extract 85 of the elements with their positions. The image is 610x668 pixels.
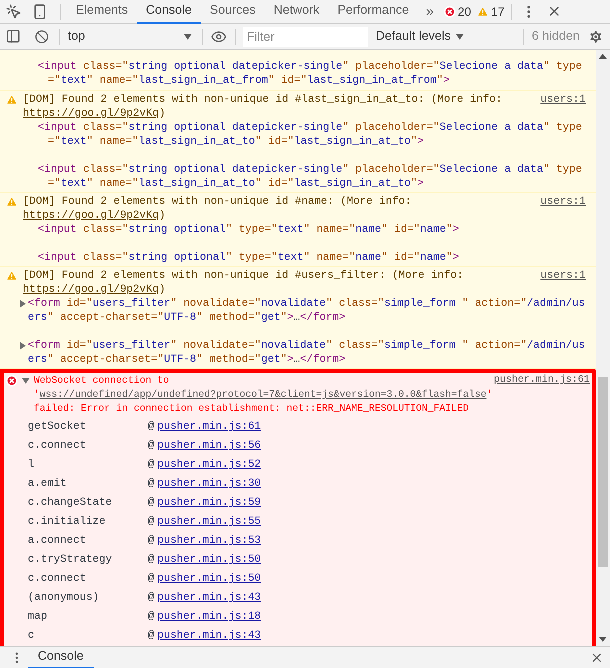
disclosure-triangle-icon[interactable] bbox=[20, 342, 26, 350]
stack-location-link[interactable]: pusher.min.js:43 bbox=[157, 628, 262, 645]
stack-location-link[interactable]: pusher.min.js:52 bbox=[157, 457, 262, 474]
clear-console-icon[interactable] bbox=[35, 30, 49, 44]
stack-location-link[interactable]: pusher.min.js:18 bbox=[157, 609, 262, 626]
dom-element-snippet[interactable]: <input class="string optional" type="text" name="name" id="name"> bbox=[38, 251, 586, 265]
at-sign: @ bbox=[148, 572, 154, 588]
drawer-tab[interactable]: Console bbox=[28, 646, 94, 668]
inspect-element-icon[interactable] bbox=[6, 4, 22, 20]
panel-tab[interactable]: Performance bbox=[328, 0, 418, 24]
dom-element-snippet[interactable]: <form id="users_filter" novalidate="novalidate" class="simple_form " action="/admin/users" accept-charset="UTF-8" method="get">…</form> bbox=[14, 297, 586, 325]
panel-tab[interactable]: Sources bbox=[200, 0, 265, 24]
warning-message: [DOM] Found 2 elements with non-unique id #last_sign_in_at_to: (More info: https://goo.gl/9p2vKq) bbox=[23, 93, 504, 121]
device-toolbar-icon[interactable] bbox=[32, 4, 48, 20]
at-sign: @ bbox=[148, 515, 154, 530]
stack-function-name: c.connect bbox=[28, 439, 88, 454]
dom-element-snippet[interactable]: <input class="string optional" type="text" name="name" id="name"> bbox=[38, 223, 586, 237]
at-sign: @ bbox=[148, 477, 154, 492]
warning-icon bbox=[6, 94, 18, 106]
scrollbar-thumb[interactable] bbox=[598, 377, 608, 567]
error-count[interactable]: 20 bbox=[458, 2, 472, 20]
info-link[interactable]: https://goo.gl/9p2vKq bbox=[23, 284, 160, 296]
stack-location-link[interactable]: pusher.min.js:50 bbox=[157, 552, 262, 569]
stack-function-name: l bbox=[28, 458, 36, 474]
log-levels-dropdown[interactable]: Default levels bbox=[376, 27, 464, 46]
scrollbar[interactable] bbox=[596, 50, 610, 646]
stack-function-name: c bbox=[28, 629, 36, 644]
info-link[interactable]: https://goo.gl/9p2vKq bbox=[23, 210, 160, 222]
websocket-url-link[interactable]: wss://undefined/app/undefined?protocol=7&client=js&version=3.0.0&flash=false bbox=[40, 389, 487, 400]
at-sign: @ bbox=[148, 534, 154, 550]
disclosure-triangle-icon[interactable] bbox=[20, 300, 26, 308]
info-link[interactable]: https://goo.gl/9p2vKq bbox=[23, 108, 160, 120]
dom-element-snippet[interactable]: <form id="users_filter" novalidate="novalidate" class="simple_form " action="/admin/users" accept-charset="UTF-8" method="get">…</form> bbox=[14, 339, 586, 367]
at-sign: @ bbox=[148, 629, 154, 644]
stack-function-name: getSocket bbox=[28, 420, 88, 436]
stack-function-name: c.connect bbox=[28, 572, 88, 588]
at-sign: @ bbox=[148, 553, 154, 568]
dom-element-snippet[interactable]: <input class="string optional datepicker-single" placeholder="Selecione a data" type ="text" name="last_sign_in_at_to" id="last_sign_in_at_to"> bbox=[38, 163, 586, 191]
stack-location-link[interactable]: pusher.min.js:59 bbox=[157, 495, 262, 512]
stack-function-name: c.changeState bbox=[28, 496, 114, 512]
warning-message: [DOM] Found 2 elements with non-unique id #name: (More info: https://goo.gl/9p2vKq) bbox=[23, 195, 413, 223]
sidebar-toggle-icon[interactable] bbox=[6, 29, 21, 44]
more-tabs-button[interactable]: » bbox=[418, 1, 442, 22]
stack-location-link[interactable]: pusher.min.js:53 bbox=[157, 533, 262, 550]
source-link[interactable]: users:1 bbox=[540, 269, 586, 283]
stack-function-name: a.emit bbox=[28, 477, 68, 492]
at-sign: @ bbox=[148, 591, 154, 606]
panel-tab[interactable]: Network bbox=[264, 0, 329, 24]
at-sign: @ bbox=[148, 439, 154, 454]
stack-function-name: a.connect bbox=[28, 534, 88, 550]
stack-function-name: (anonymous) bbox=[28, 591, 100, 606]
dropdown-caret-icon bbox=[184, 34, 192, 40]
at-sign: @ bbox=[148, 458, 154, 474]
error-message: WebSocket connection to 'wss://undefined/app/undefined?protocol=7&client=js&version=3.0.0&flash=false' failed: Error in connection establishment: net::ERR_NAME_RESOLUTION_FAILED bbox=[34, 374, 490, 416]
warning-icon bbox=[6, 270, 18, 282]
stack-location-link[interactable]: pusher.min.js:56 bbox=[157, 438, 262, 455]
warning-icon bbox=[6, 196, 18, 208]
warning-message: [DOM] Found 2 elements with non-unique id #users_filter: (More info: https://goo.gl/9p2vKq) bbox=[23, 269, 465, 297]
stack-function-name: map bbox=[28, 610, 48, 626]
at-sign: @ bbox=[148, 496, 154, 512]
disclosure-triangle-icon[interactable] bbox=[22, 378, 30, 384]
eye-icon[interactable] bbox=[211, 28, 227, 44]
stack-function-name: c.initialize bbox=[28, 515, 107, 530]
stack-location-link[interactable]: pusher.min.js:43 bbox=[157, 590, 262, 607]
stack-function-name: c.tryStrategy bbox=[28, 553, 114, 568]
filter-field[interactable]: Filter bbox=[243, 26, 368, 46]
panel-tab[interactable]: Elements bbox=[67, 0, 138, 24]
context-dropdown[interactable]: top bbox=[60, 27, 200, 46]
error-count-icon[interactable] bbox=[444, 6, 456, 18]
stack-location-link[interactable]: pusher.min.js:30 bbox=[157, 476, 262, 493]
stack-location-link[interactable]: pusher.min.js:61 bbox=[157, 419, 262, 436]
dom-element-snippet[interactable]: <input class="string optional datepicker-single" placeholder="Selecione a data" type ="text" name="last_sign_in_at_to" id="last_sign_in_at_to"> bbox=[38, 121, 586, 149]
scroll-up-icon[interactable] bbox=[599, 54, 607, 59]
at-sign: @ bbox=[148, 420, 154, 436]
source-link[interactable]: users:1 bbox=[540, 93, 586, 107]
warning-count[interactable]: 17 bbox=[491, 2, 505, 20]
settings-icon[interactable] bbox=[588, 28, 604, 44]
source-link[interactable]: pusher.min.js:61 bbox=[494, 374, 590, 388]
dropdown-caret-icon bbox=[456, 34, 464, 40]
stack-location-link[interactable]: pusher.min.js:50 bbox=[157, 571, 262, 588]
source-link[interactable]: users:1 bbox=[540, 195, 586, 209]
at-sign: @ bbox=[148, 610, 154, 626]
hidden-messages-count: 6 hidden bbox=[532, 28, 580, 46]
error-icon bbox=[6, 375, 18, 387]
stack-location-link[interactable]: pusher.min.js:55 bbox=[157, 514, 262, 531]
